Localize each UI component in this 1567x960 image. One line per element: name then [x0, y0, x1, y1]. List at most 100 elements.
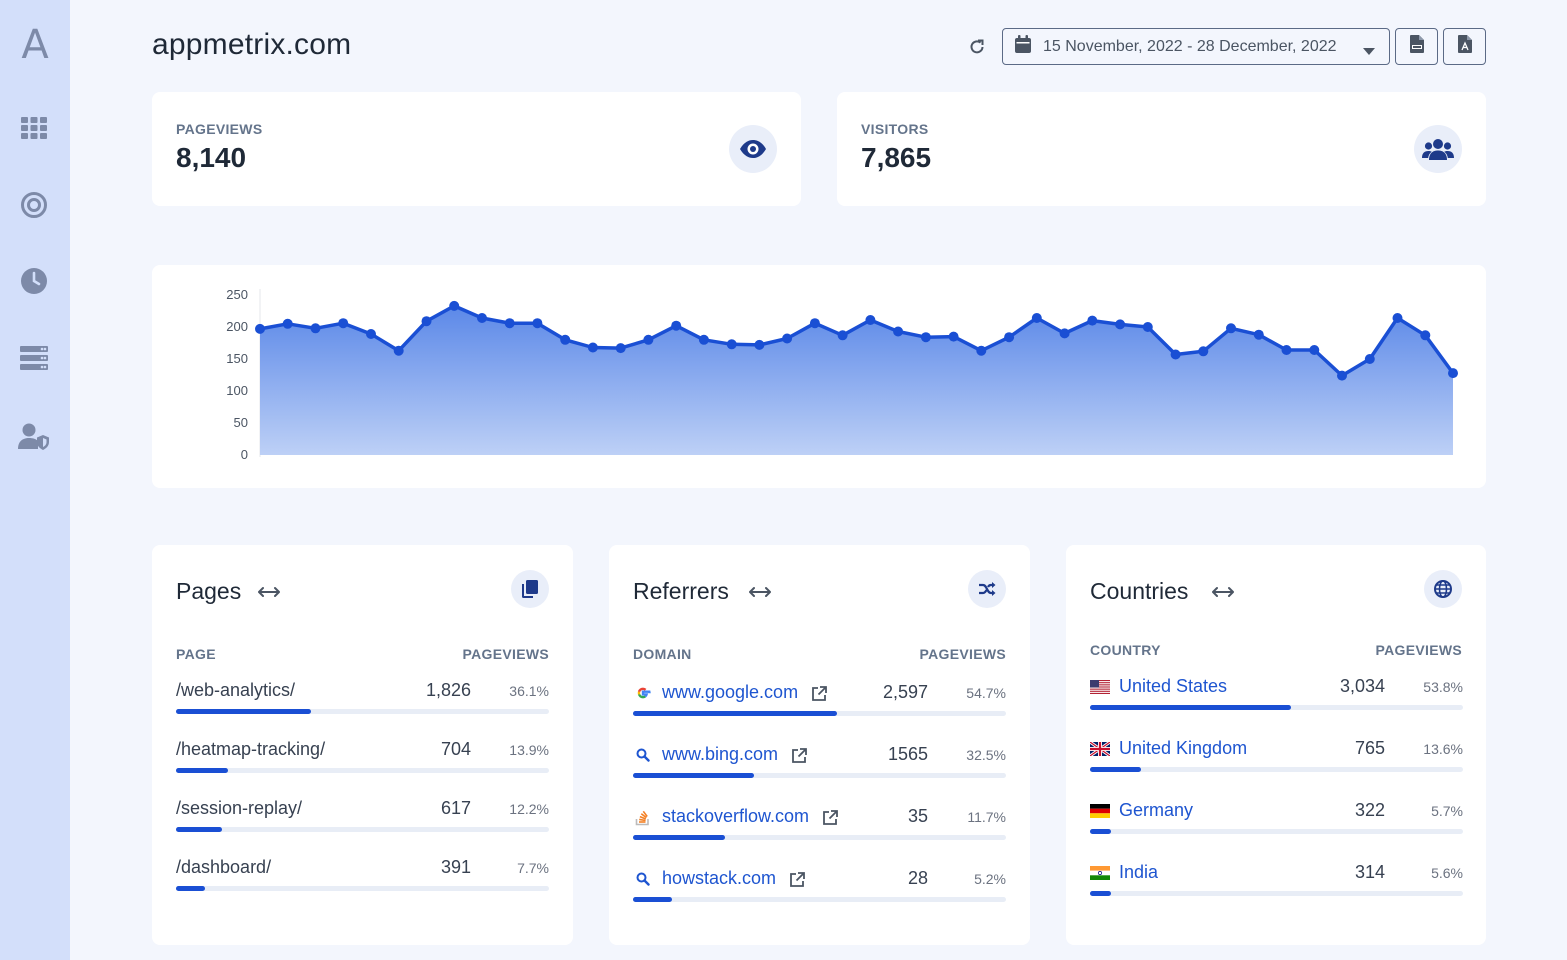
data-point[interactable] [532, 318, 543, 329]
data-point[interactable] [282, 318, 293, 329]
data-point[interactable] [837, 330, 848, 341]
data-point[interactable] [1170, 349, 1181, 360]
server-icon[interactable] [18, 342, 50, 374]
google-icon [633, 684, 653, 702]
clock-icon[interactable] [18, 265, 50, 297]
data-point[interactable] [1448, 368, 1458, 379]
country-link[interactable]: United Kingdom [1119, 738, 1247, 759]
country-link[interactable]: India [1119, 862, 1158, 883]
data-point[interactable] [310, 323, 321, 334]
table-row[interactable]: /dashboard/391 7.7% [176, 857, 549, 901]
data-point[interactable] [366, 329, 376, 339]
expand-arrows-icon[interactable] [1212, 585, 1234, 599]
pageviews-column-header: PAGEVIEWS [919, 646, 1006, 662]
target-icon[interactable] [18, 189, 50, 221]
data-point[interactable] [338, 318, 349, 329]
data-point[interactable] [1253, 329, 1264, 340]
data-point[interactable] [1087, 315, 1098, 326]
data-point[interactable] [1004, 332, 1015, 343]
pageviews-percent: 5.2% [974, 871, 1006, 887]
visitors-card: VISITORS 7,865 [837, 92, 1486, 206]
table-row[interactable]: /web-analytics/1,826 36.1% [176, 680, 549, 724]
external-link-icon[interactable] [788, 871, 806, 889]
table-row[interactable]: India 314 5.6% [1090, 862, 1463, 906]
grid-icon[interactable] [18, 112, 50, 144]
data-point[interactable] [1142, 322, 1153, 332]
data-point[interactable] [449, 300, 460, 311]
table-row[interactable]: howstack.com 28 5.2% [633, 868, 1006, 912]
data-point[interactable] [865, 315, 876, 325]
table-row[interactable]: www.google.com 2,597 54.7% [633, 682, 1006, 726]
data-point[interactable] [1420, 330, 1431, 341]
pageviews-chart-card: 0 50 100 150 200 250 [152, 265, 1486, 488]
data-point[interactable] [393, 345, 404, 356]
data-point[interactable] [782, 333, 793, 344]
external-link-icon[interactable] [790, 747, 808, 765]
share-bar-fill [176, 827, 222, 832]
data-point[interactable] [1309, 345, 1320, 355]
data-point[interactable] [504, 318, 515, 329]
data-point[interactable] [754, 339, 765, 350]
referrers-panel: Referrers DOMAIN PAGEVIEWS www.google.co… [609, 545, 1030, 945]
external-link-icon[interactable] [821, 809, 839, 827]
y-tick-label: 200 [226, 319, 248, 334]
data-point[interactable] [1031, 313, 1042, 323]
pageviews-card: PAGEVIEWS 8,140 [152, 92, 801, 206]
shuffle-icon [968, 570, 1006, 608]
data-point[interactable] [1226, 323, 1236, 334]
referrer-link[interactable]: www.google.com [662, 682, 798, 703]
data-point[interactable] [1392, 313, 1403, 323]
page-path: /web-analytics/ [176, 680, 296, 700]
pageviews-area-chart: 0 50 100 150 200 250 [226, 287, 1458, 462]
pageviews-column-header: PAGEVIEWS [462, 646, 549, 662]
pageviews-percent: 36.1% [509, 683, 549, 699]
referrer-link[interactable]: www.bing.com [662, 744, 778, 765]
referrer-link[interactable]: stackoverflow.com [662, 806, 809, 827]
data-point[interactable] [920, 332, 931, 343]
data-point[interactable] [421, 316, 432, 327]
share-bar-fill [633, 897, 673, 902]
data-point[interactable] [560, 334, 571, 345]
table-row[interactable]: /heatmap-tracking/704 13.9% [176, 739, 549, 783]
country-link[interactable]: United States [1119, 676, 1227, 697]
data-point[interactable] [976, 345, 987, 356]
data-point[interactable] [893, 326, 904, 337]
export-csv-button[interactable] [1395, 28, 1438, 65]
domain-column-header: DOMAIN [633, 646, 692, 662]
data-point[interactable] [671, 320, 682, 331]
table-row[interactable]: United States 3,034 53.8% [1090, 676, 1463, 720]
data-point[interactable] [1059, 328, 1070, 339]
country-link[interactable]: Germany [1119, 800, 1193, 821]
data-point[interactable] [255, 323, 265, 334]
data-point[interactable] [1115, 319, 1126, 330]
table-row[interactable]: Germany 322 5.7% [1090, 800, 1463, 844]
data-point[interactable] [1198, 346, 1209, 357]
external-link-icon[interactable] [810, 685, 828, 703]
table-row[interactable]: www.bing.com 1565 32.5% [633, 744, 1006, 788]
table-row[interactable]: United Kingdom 765 13.6% [1090, 738, 1463, 782]
table-row[interactable]: stackoverflow.com 35 11.7% [633, 806, 1006, 850]
data-point[interactable] [698, 334, 709, 345]
data-point[interactable] [1364, 354, 1375, 364]
user-shield-icon[interactable] [18, 420, 50, 452]
date-range-picker[interactable]: 15 November, 2022 - 28 December, 2022 [1002, 28, 1390, 65]
expand-arrows-icon[interactable] [749, 585, 771, 599]
referrer-link[interactable]: howstack.com [662, 868, 776, 889]
data-point[interactable] [1281, 345, 1292, 355]
data-point[interactable] [1337, 370, 1347, 381]
data-point[interactable] [948, 331, 959, 342]
chevron-down-icon [1363, 43, 1375, 61]
app-logo[interactable]: A [0, 22, 70, 68]
table-row[interactable]: /session-replay/617 12.2% [176, 798, 549, 842]
data-point[interactable] [587, 342, 598, 353]
share-bar-fill [176, 886, 205, 891]
data-point[interactable] [477, 313, 487, 323]
copy-icon [511, 570, 549, 608]
expand-arrows-icon[interactable] [258, 585, 280, 599]
data-point[interactable] [615, 343, 626, 354]
export-pdf-button[interactable] [1443, 28, 1486, 65]
data-point[interactable] [726, 339, 737, 350]
data-point[interactable] [643, 334, 654, 345]
refresh-icon[interactable] [966, 36, 988, 58]
data-point[interactable] [809, 318, 820, 329]
